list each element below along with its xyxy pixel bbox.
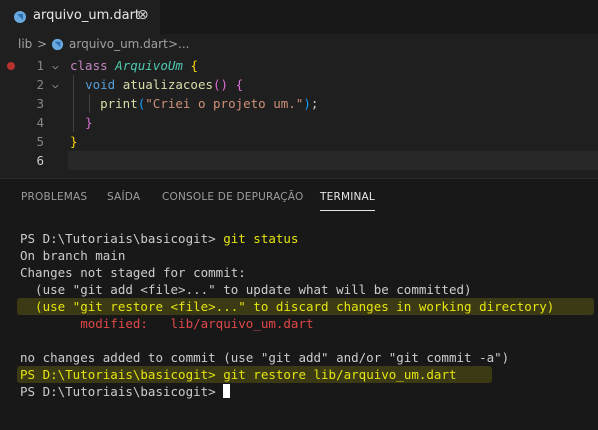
- breadcrumb-more[interactable]: ...: [178, 37, 189, 51]
- chevron-down-icon[interactable]: ⌵: [52, 75, 59, 94]
- line-number: 5: [36, 134, 44, 149]
- line-number: 6: [36, 153, 44, 168]
- breadcrumb: lib > arquivo_um.dart > ...: [0, 34, 598, 56]
- terminal-line: On branch main: [20, 248, 126, 263]
- modified-label: modified:: [20, 316, 171, 331]
- string-literal: "Criei o projeto um.": [145, 96, 304, 111]
- code-line: 2 ⌵ void atualizacoes() {: [0, 75, 598, 94]
- semicolon: ;: [310, 96, 319, 111]
- code-line: 5 }: [0, 132, 598, 151]
- line-number: 2: [36, 77, 44, 92]
- type-keyword: void: [85, 77, 116, 92]
- terminal-command: git restore lib/arquivo_um.dart: [223, 367, 457, 382]
- terminal-line: PS D:\Tutoriais\basicogit> git status: [20, 230, 298, 247]
- paren: ): [303, 96, 311, 111]
- terminal-line: PS D:\Tutoriais\basicogit> git restore l…: [20, 366, 457, 383]
- terminal-prompt: PS D:\Tutoriais\basicogit>: [20, 367, 216, 382]
- terminal-prompt: PS D:\Tutoriais\basicogit>: [20, 231, 216, 246]
- function-name: atualizacoes: [122, 77, 214, 92]
- tab-filename: arquivo_um.dart: [33, 8, 141, 23]
- dart-file-icon: [51, 38, 64, 51]
- bottom-panel: PROBLEMAS SAÍDA CONSOLE DE DEPURAÇÃO TER…: [0, 178, 598, 430]
- code-editor[interactable]: 1 ⌵ class ArquivoUm { 2 ⌵ void atualizac…: [0, 56, 598, 174]
- terminal-line: (use "git restore <file>..." to discard …: [20, 299, 555, 314]
- close-icon[interactable]: ⊗: [137, 7, 149, 23]
- code-line: 4 }: [0, 113, 598, 132]
- brace: {: [190, 58, 198, 73]
- code-line: 6: [0, 151, 598, 170]
- terminal-line: no changes added to commit (use "git add…: [20, 350, 510, 365]
- editor-tab-arquivo-um[interactable]: arquivo_um.dart ⊗: [0, 0, 160, 34]
- terminal-command: git status: [223, 231, 299, 246]
- keyword: class: [70, 58, 108, 73]
- line-number: 3: [36, 96, 44, 111]
- terminal-line: modified: lib/arquivo_um.dart: [20, 315, 314, 332]
- brace: }: [85, 115, 93, 130]
- tab-terminal[interactable]: TERMINAL: [320, 191, 375, 203]
- breadcrumb-separator: >: [168, 37, 179, 51]
- chevron-down-icon[interactable]: ⌵: [52, 56, 59, 75]
- function-name: print: [100, 96, 138, 111]
- breadcrumb-file[interactable]: arquivo_um.dart: [69, 37, 168, 51]
- code-line: 1 ⌵ class ArquivoUm {: [0, 56, 598, 75]
- tab-problemas[interactable]: PROBLEMAS: [21, 191, 87, 203]
- breakpoint-icon[interactable]: [7, 62, 15, 70]
- tab-console-depuracao[interactable]: CONSOLE DE DEPURAÇÃO: [162, 191, 303, 203]
- breadcrumb-folder[interactable]: lib: [18, 37, 32, 51]
- brace: }: [70, 134, 78, 149]
- line-number: 4: [36, 115, 44, 130]
- terminal-line: (use "git add <file>..." to update what …: [20, 282, 472, 297]
- active-tab-indicator: [320, 210, 375, 211]
- tab-saida[interactable]: SAÍDA: [107, 191, 140, 203]
- editor-tab-bar: arquivo_um.dart ⊗: [0, 0, 598, 34]
- class-name: ArquivoUm: [115, 58, 183, 73]
- terminal-prompt: PS D:\Tutoriais\basicogit>: [20, 384, 216, 399]
- code-line: 3 print("Criei o projeto um.");: [0, 94, 598, 113]
- terminal-line: PS D:\Tutoriais\basicogit>: [20, 383, 231, 400]
- terminal-line: Changes not staged for commit:: [20, 265, 246, 280]
- line-number: 1: [36, 58, 44, 73]
- terminal-cursor: [223, 384, 231, 398]
- modified-file: lib/arquivo_um.dart: [170, 316, 314, 331]
- dart-file-icon: [14, 11, 26, 23]
- parens: (): [213, 77, 229, 92]
- brace: {: [235, 77, 244, 92]
- breadcrumb-separator: >: [37, 37, 48, 51]
